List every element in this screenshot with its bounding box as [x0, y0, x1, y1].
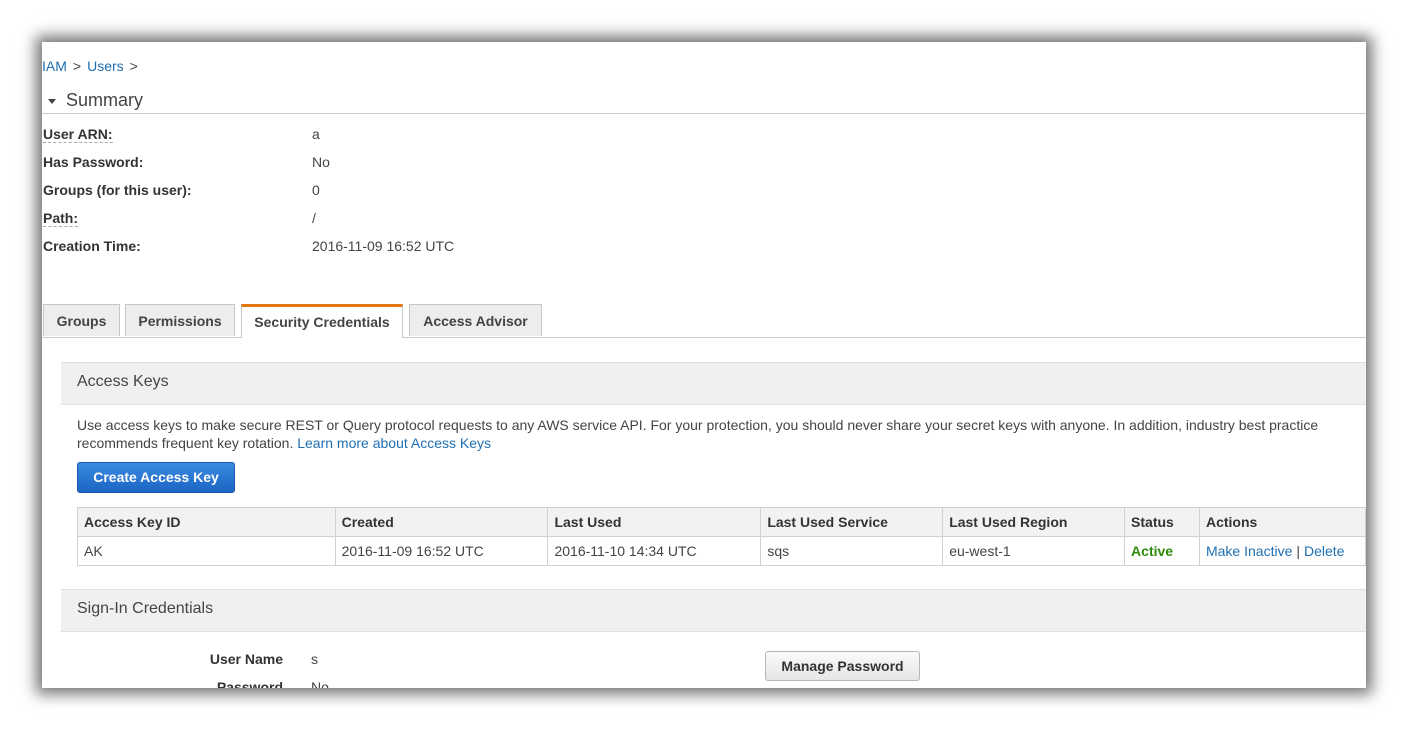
access-keys-table: Access Key ID Created Last Used Last Use…	[77, 507, 1366, 566]
manage-password-button[interactable]: Manage Password	[765, 651, 920, 681]
user-arn-value: a	[312, 126, 320, 142]
has-password-value: No	[312, 154, 330, 170]
user-name-label: User Name	[209, 651, 283, 667]
access-key-id-cell: AK	[77, 536, 336, 566]
tab-security-credentials[interactable]: Security Credentials	[241, 304, 403, 338]
access-keys-description-text: Use access keys to make secure REST or Q…	[77, 417, 1319, 451]
breadcrumb-users-link[interactable]: Users	[87, 58, 124, 74]
iam-user-page: IAM > Users > Summary User ARN: a Has Passw…	[42, 42, 1366, 688]
summary-header[interactable]: Summary	[42, 88, 1366, 114]
column-header-access-key-id[interactable]: Access Key ID	[77, 507, 336, 537]
table-row: AK 2016-11-09 16:52 UTC 2016-11-10 14:34…	[77, 536, 1366, 566]
learn-more-link[interactable]: Learn more about Access Keys	[297, 435, 491, 451]
password-label: Password	[216, 679, 283, 688]
breadcrumb-separator: >	[129, 58, 138, 74]
creation-time-value: 2016-11-09 16:52 UTC	[312, 238, 455, 254]
status-cell: Active	[1124, 536, 1200, 566]
has-password-label: Has Password:	[43, 154, 144, 170]
tab-bar: Groups Permissions Security Credentials …	[42, 303, 1366, 338]
groups-count-label: Groups (for this user):	[43, 182, 192, 198]
actions-cell: Make Inactive | Delete	[1198, 536, 1366, 566]
column-header-status[interactable]: Status	[1124, 507, 1200, 537]
access-keys-header: Access Keys	[61, 362, 1366, 405]
breadcrumb: IAM > Users >	[42, 58, 144, 74]
user-arn-label: User ARN:	[43, 126, 113, 143]
column-header-actions: Actions	[1198, 507, 1366, 537]
table-header-row: Access Key ID Created Last Used Last Use…	[77, 507, 1366, 537]
password-value: No	[311, 679, 329, 688]
caret-down-icon[interactable]	[48, 99, 56, 104]
sign-in-credentials-header: Sign-In Credentials	[61, 589, 1366, 632]
breadcrumb-iam-link[interactable]: IAM	[42, 58, 67, 74]
path-value: /	[312, 210, 316, 226]
status-badge: Active	[1131, 543, 1174, 559]
tab-permissions[interactable]: Permissions	[125, 304, 235, 336]
make-inactive-link[interactable]: Make Inactive	[1206, 543, 1292, 559]
actions-separator: |	[1296, 543, 1300, 559]
last-used-region-cell: eu-west-1	[942, 536, 1126, 566]
column-header-last-used-service[interactable]: Last Used Service	[760, 507, 944, 537]
last-used-cell: 2016-11-10 14:34 UTC	[547, 536, 762, 566]
tab-access-advisor[interactable]: Access Advisor	[409, 304, 542, 336]
path-label: Path:	[43, 210, 78, 227]
user-name-value: s	[311, 651, 318, 667]
column-header-last-used-region[interactable]: Last Used Region	[942, 507, 1126, 537]
access-keys-title: Access Keys	[77, 373, 169, 390]
created-cell: 2016-11-09 16:52 UTC	[334, 536, 549, 566]
tab-groups[interactable]: Groups	[43, 304, 120, 336]
delete-link[interactable]: Delete	[1304, 543, 1344, 559]
create-access-key-button[interactable]: Create Access Key	[77, 462, 235, 493]
column-header-created[interactable]: Created	[334, 507, 549, 537]
groups-count-value: 0	[312, 182, 320, 198]
column-header-last-used[interactable]: Last Used	[547, 507, 762, 537]
last-used-service-cell: sqs	[760, 536, 944, 566]
sign-in-credentials-title: Sign-In Credentials	[77, 600, 214, 617]
summary-title: Summary	[66, 90, 144, 110]
access-keys-description: Use access keys to make secure REST or Q…	[77, 416, 1357, 452]
creation-time-label: Creation Time:	[43, 238, 141, 254]
breadcrumb-separator: >	[72, 58, 82, 74]
